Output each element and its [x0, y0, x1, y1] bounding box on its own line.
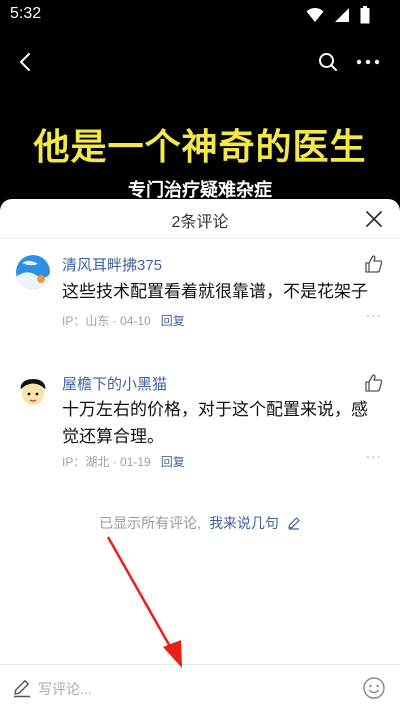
comments-header: 2条评论 — [0, 199, 400, 239]
smiley-icon — [363, 677, 385, 699]
comment-location: 山东 — [85, 314, 110, 328]
signal-icon — [335, 8, 349, 22]
comment-input-placeholder[interactable]: 写评论... — [38, 679, 92, 699]
more-button[interactable] — [354, 50, 382, 74]
comment-date: 04-10 — [120, 314, 151, 328]
end-note-text: 已显示所有评论, — [99, 515, 202, 531]
wifi-icon — [306, 7, 324, 22]
avatar-image — [16, 255, 50, 289]
like-button[interactable] — [364, 373, 384, 393]
battery-icon — [360, 6, 370, 24]
status-icons — [306, 6, 370, 24]
end-of-comments-note: 已显示所有评论, 我来说几句 — [0, 513, 400, 533]
back-button[interactable] — [14, 50, 38, 74]
avatar-image — [16, 375, 50, 409]
close-button[interactable] — [364, 209, 384, 229]
search-icon — [319, 53, 337, 71]
thumbs-up-icon — [365, 255, 383, 273]
reply-button[interactable]: 回复 — [161, 455, 185, 469]
comments-sheet: 2条评论 清风耳畔拂375 这些技术配置看着就很靠谱，不是花架子 IP：山东 ·… — [0, 199, 400, 711]
comment-more-button[interactable]: ··· — [366, 450, 382, 466]
comment-text: 十万左右的价格，对于这个配置来说，感觉还算合理。 — [62, 400, 368, 447]
video-player[interactable]: 他是一个神奇的医生 专门治疗疑难杂症 — [0, 84, 400, 204]
close-icon — [366, 211, 382, 227]
comment-more-button[interactable]: ··· — [366, 309, 382, 325]
emoji-button[interactable] — [362, 676, 386, 700]
like-button[interactable] — [364, 254, 384, 274]
more-dots-icon — [356, 59, 380, 65]
top-nav — [0, 40, 400, 84]
thumbs-up-icon — [365, 374, 383, 392]
comment-location: 湖北 — [85, 455, 110, 469]
comment-date: 01-19 — [120, 455, 151, 469]
search-button[interactable] — [316, 50, 340, 74]
status-bar: 5:32 — [0, 0, 400, 30]
avatar[interactable] — [16, 375, 50, 409]
avatar[interactable] — [16, 255, 50, 289]
comments-count-title: 2条评论 — [171, 214, 229, 231]
comment-author[interactable]: 清风耳畔拂375 — [62, 254, 162, 275]
reply-button[interactable]: 回复 — [161, 314, 185, 328]
comment-text: 这些技术配置看着就很靠谱，不是花架子 — [62, 282, 368, 302]
write-comment-link[interactable]: 我来说几句 — [209, 515, 279, 531]
pencil-icon — [14, 680, 30, 698]
status-time: 5:32 — [10, 5, 42, 22]
video-title: 他是一个神奇的医生 — [33, 127, 367, 168]
comment-input-bar[interactable]: 写评论... — [0, 664, 400, 711]
pencil-icon — [288, 517, 300, 530]
comment-meta: IP：山东 · 04-10 回复 — [62, 314, 185, 328]
comment-author[interactable]: 屋檐下的小黑猫 — [62, 373, 167, 394]
chevron-left-icon — [20, 53, 30, 71]
ip-label: IP： — [62, 314, 86, 328]
ip-label: IP： — [62, 455, 86, 469]
comment-meta: IP：湖北 · 01-19 回复 — [62, 455, 185, 469]
